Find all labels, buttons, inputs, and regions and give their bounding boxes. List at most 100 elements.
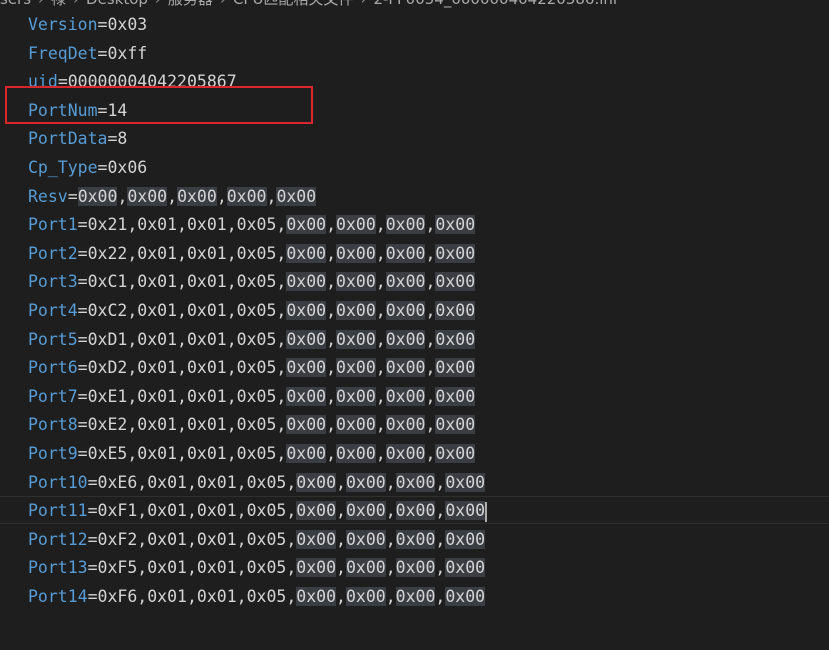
value-token: 0x01 <box>137 272 178 292</box>
value-token: 0x00 <box>385 415 426 435</box>
equals-sign: = <box>77 443 88 463</box>
breadcrumb[interactable]: sers › 禄 › Desktop › 服务器 › CPU匹配相关文件 › 2-FF0054_00… <box>0 0 829 9</box>
value-token: 0x00 <box>345 501 386 521</box>
ini-value: 0xC1,0x01,0x01,0x05,0x00,0x00,0x00,0x00 <box>87 272 476 292</box>
ini-value: 0xff <box>107 44 147 63</box>
value-token: 0x00 <box>226 186 267 206</box>
editor-line[interactable]: Port6=0xD2,0x01,0x01,0x05,0x00,0x00,0x00… <box>28 354 829 383</box>
value-token: 0x01 <box>137 243 178 263</box>
value-token: 0x00 <box>296 472 337 492</box>
editor-line[interactable]: Resv=0x00,0x00,0x00,0x00,0x00 <box>28 183 829 212</box>
editor-line[interactable]: PortData=8 <box>28 125 829 154</box>
value-token: 0x00 <box>127 186 168 206</box>
value-token: 0xC1 <box>87 272 128 292</box>
value-token: 0x01 <box>186 329 227 349</box>
editor-line[interactable]: Port1=0x21,0x01,0x01,0x05,0x00,0x00,0x00… <box>28 211 829 240</box>
value-token: 0x05 <box>236 272 277 292</box>
value-token: 0x00 <box>286 386 327 406</box>
equals-sign: = <box>87 529 98 549</box>
equals-sign: = <box>77 215 88 235</box>
value-token: 0xD1 <box>87 329 128 349</box>
value-token: 0x00 <box>445 586 486 606</box>
breadcrumb-item-server[interactable]: 服务器 <box>168 0 213 8</box>
text-cursor <box>485 501 488 522</box>
editor-line[interactable]: Port5=0xD1,0x01,0x01,0x05,0x00,0x00,0x00… <box>28 326 829 355</box>
editor-line[interactable]: Port8=0xE2,0x01,0x01,0x05,0x00,0x00,0x00… <box>28 411 829 440</box>
equals-sign: = <box>77 243 88 263</box>
value-token: 0x00 <box>395 558 436 578</box>
value-token: 0x00 <box>345 529 386 549</box>
editor-line[interactable]: Port4=0xC2,0x01,0x01,0x05,0x00,0x00,0x00… <box>28 297 829 326</box>
equals-sign: = <box>87 501 98 521</box>
ini-value: 0xE2,0x01,0x01,0x05,0x00,0x00,0x00,0x00 <box>87 415 476 435</box>
value-token: 0x00 <box>286 358 327 378</box>
value-token: 0x00 <box>445 558 486 578</box>
editor-line[interactable]: Port11=0xF1,0x01,0x01,0x05,0x00,0x00,0x0… <box>28 497 829 526</box>
ini-key: Port7 <box>28 386 78 406</box>
equals-sign: = <box>67 186 78 206</box>
breadcrumb-item-desktop[interactable]: Desktop <box>86 0 148 8</box>
value-token: 0x00 <box>336 443 376 463</box>
value-token: 0x00 <box>336 272 376 292</box>
value-token: 0x05 <box>236 329 277 349</box>
value-token: 0x00 <box>296 529 337 549</box>
editor-line[interactable]: Port3=0xC1,0x01,0x01,0x05,0x00,0x00,0x00… <box>28 268 829 297</box>
value-token: 0xD2 <box>87 358 128 378</box>
value-token: 0x00 <box>77 186 118 206</box>
value-token: 0x01 <box>186 243 227 263</box>
editor-line[interactable]: Port12=0xF2,0x01,0x01,0x05,0x00,0x00,0x0… <box>28 526 829 555</box>
editor-line[interactable]: Port7=0xE1,0x01,0x01,0x05,0x00,0x00,0x00… <box>28 383 829 412</box>
editor-line[interactable]: FreqDet=0xff <box>28 40 829 69</box>
breadcrumb-item-folder[interactable]: CPU匹配相关文件 <box>233 0 354 8</box>
breadcrumb-item-file[interactable]: 2-FF0054_000000404220586.ini <box>373 0 617 8</box>
equals-sign: = <box>97 43 108 63</box>
value-token: 0x05 <box>236 386 277 406</box>
value-token: 0xE2 <box>87 415 128 435</box>
editor-line[interactable]: Port2=0x22,0x01,0x01,0x05,0x00,0x00,0x00… <box>28 240 829 269</box>
editor-line[interactable]: Port9=0xE5,0x01,0x01,0x05,0x00,0x00,0x00… <box>28 440 829 469</box>
ini-key: Port9 <box>28 443 78 463</box>
value-token: 0x01 <box>137 329 178 349</box>
value-token: 0xE5 <box>87 443 128 463</box>
editor-line[interactable]: Port10=0xE6,0x01,0x01,0x05,0x00,0x00,0x0… <box>28 469 829 498</box>
equals-sign: = <box>77 386 88 406</box>
value-token: 0xE1 <box>87 386 128 406</box>
value-token: 0x01 <box>147 501 187 521</box>
breadcrumb-item-users[interactable]: sers <box>0 0 31 8</box>
ini-value: 0xF5,0x01,0x01,0x05,0x00,0x00,0x00,0x00 <box>97 558 486 578</box>
ini-key: Port14 <box>28 586 88 606</box>
ini-value: 0xF2,0x01,0x01,0x05,0x00,0x00,0x00,0x00 <box>97 529 486 549</box>
value-token: 0x01 <box>137 215 178 235</box>
value-token: 0x00 <box>296 501 337 521</box>
breadcrumb-separator-icon: › <box>360 0 366 8</box>
value-token: 0x00 <box>286 415 327 435</box>
editor-line[interactable]: Port14=0xF6,0x01,0x01,0x05,0x00,0x00,0x0… <box>28 583 829 612</box>
ini-value: 0x06 <box>107 158 147 177</box>
value-token: 0x05 <box>246 529 287 549</box>
value-token: 0x05 <box>236 215 277 235</box>
ini-value: 0xC2,0x01,0x01,0x05,0x00,0x00,0x00,0x00 <box>87 300 476 320</box>
value-token: 0xE6 <box>97 472 138 492</box>
breadcrumb-item-user[interactable]: 禄 <box>51 0 66 8</box>
value-token: 0x00 <box>177 186 217 206</box>
equals-sign: = <box>87 472 98 492</box>
value-token: 0x05 <box>236 358 277 378</box>
value-token: 0x06 <box>107 157 148 177</box>
value-token: 0x01 <box>186 272 227 292</box>
value-token: 0x00 <box>435 329 476 349</box>
value-token: 0x00 <box>286 300 327 320</box>
value-token: 0x00 <box>395 472 436 492</box>
value-token: 0x01 <box>137 386 178 406</box>
value-token: 0x00 <box>395 529 436 549</box>
value-token: 0x00 <box>296 558 337 578</box>
ini-key: Cp_Type <box>28 157 98 177</box>
ini-key: FreqDet <box>28 43 98 63</box>
value-token: 0x00 <box>336 386 376 406</box>
editor-line[interactable]: Cp_Type=0x06 <box>28 154 829 183</box>
value-token: 0x00 <box>336 358 376 378</box>
editor-line[interactable]: Version=0x03 <box>28 11 829 40</box>
value-token: 0x00 <box>296 586 337 606</box>
value-token: 0x01 <box>147 558 187 578</box>
editor-line[interactable]: Port13=0xF5,0x01,0x01,0x05,0x00,0x00,0x0… <box>28 554 829 583</box>
value-token: 0x00 <box>286 329 327 349</box>
